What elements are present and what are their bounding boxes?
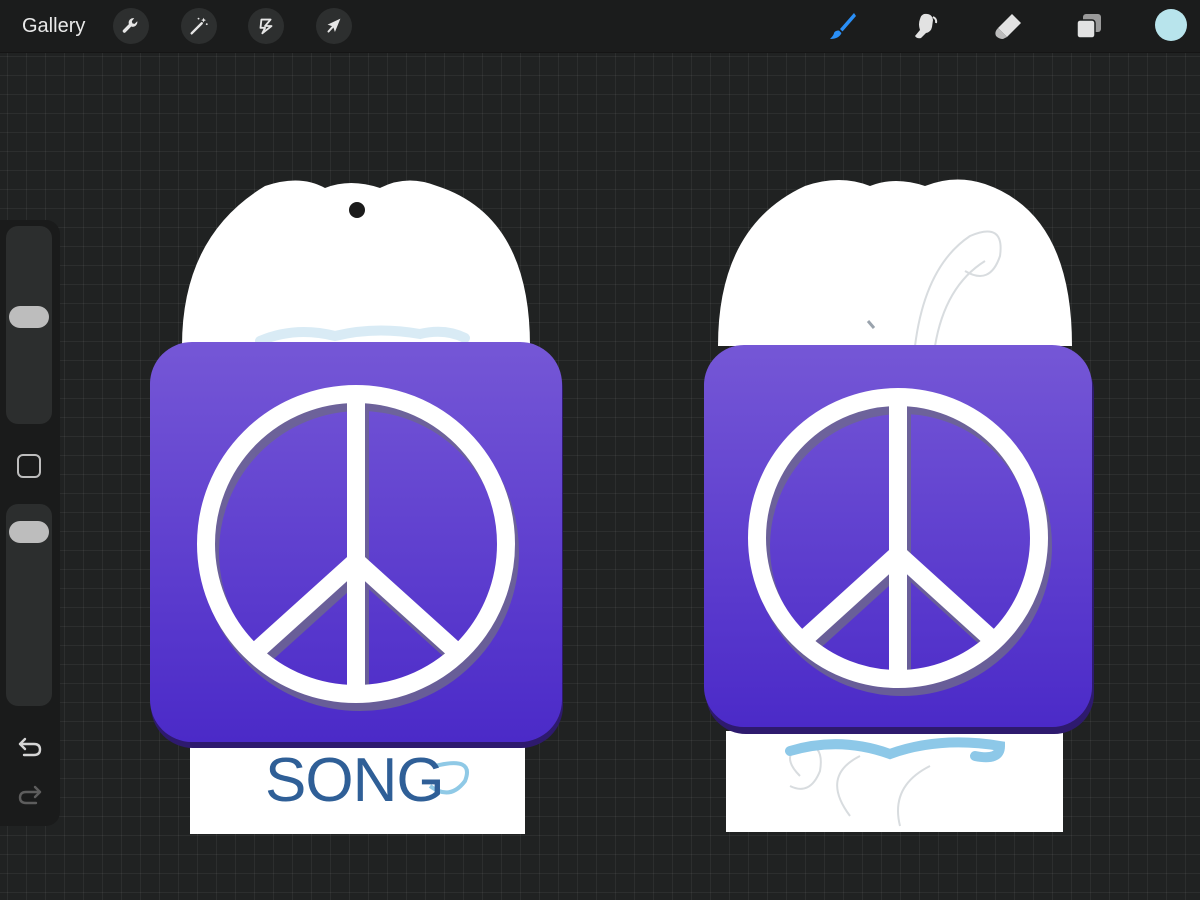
undo-icon [18,737,42,757]
brush-icon [830,13,856,39]
smudge-icon [915,13,938,39]
opacity-slider[interactable] [6,504,52,706]
undo-button[interactable] [16,733,44,761]
eraser-tool-button[interactable] [992,10,1024,42]
opacity-thumb[interactable] [9,520,49,543]
paint-tool-button[interactable] [826,10,858,42]
top-toolbar: Gallery [0,0,1200,53]
redo-icon [18,785,42,805]
arrow-icon [327,18,341,33]
layers-icon [1076,14,1101,39]
brush-size-thumb[interactable] [9,305,49,328]
procreate-app: SONG Gallery [0,0,1200,900]
layers-button[interactable] [1073,10,1105,42]
actions-button[interactable] [113,8,149,44]
artwork-left: SONG [150,180,563,834]
modify-button[interactable] [17,454,41,478]
smudge-tool-button[interactable] [909,10,941,42]
brush-size-slider[interactable] [6,226,52,424]
eraser-icon [995,14,1021,39]
wrench-icon [122,18,138,33]
hanging-hole [349,202,365,218]
color-picker-button[interactable] [1155,9,1187,41]
transform-button[interactable] [316,8,352,44]
gallery-button[interactable]: Gallery [22,12,85,40]
adjustments-button[interactable] [181,8,217,44]
side-bar [0,220,60,826]
selection-icon [259,18,273,35]
artwork-right [704,179,1094,832]
card-song-text: SONG [265,746,444,815]
redo-button[interactable] [16,781,44,809]
magic-wand-icon [190,17,208,35]
drawing-canvas[interactable]: SONG [0,52,1200,900]
selection-button[interactable] [248,8,284,44]
